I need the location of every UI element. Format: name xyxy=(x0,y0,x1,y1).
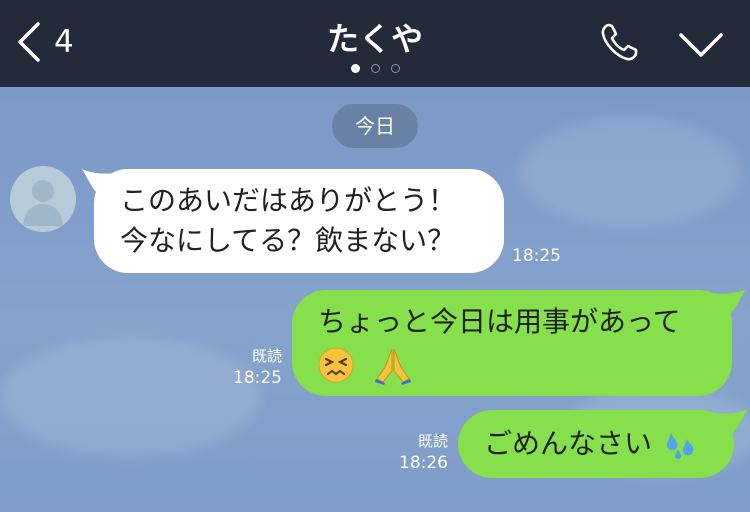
message-line: ごめんなさい xyxy=(484,427,653,460)
chat-area[interactable]: 今日 このあいだはありがとう！ 今なにしてる？飲まない？ 18:25 ちょっと今… xyxy=(0,87,750,512)
folded-hands-icon xyxy=(374,348,411,385)
read-receipt: 既読 xyxy=(251,347,282,365)
persevering-face-icon xyxy=(318,347,354,383)
message-bubble-incoming[interactable]: このあいだはありがとう！ 今なにしてる？飲まない？ xyxy=(94,169,504,273)
sky-cloud xyxy=(520,117,740,227)
default-user-icon xyxy=(23,180,63,226)
page-dot-2 xyxy=(371,64,380,73)
message-line: このあいだはありがとう！ xyxy=(120,184,457,217)
message-time: 18:25 xyxy=(512,246,561,266)
message-line: 今なにしてる？飲まない？ xyxy=(120,224,456,257)
sweat-droplets-icon xyxy=(666,433,694,459)
message-bubble-outgoing[interactable]: ちょっと今日は用事があって xyxy=(292,290,732,396)
read-receipt: 既読 xyxy=(417,432,448,450)
page-dot-3 xyxy=(391,64,400,73)
chat-header: 4 たくや xyxy=(0,0,750,87)
chevron-down-icon[interactable] xyxy=(678,30,724,60)
avatar[interactable] xyxy=(10,166,76,232)
message-line: ちょっと今日は用事があって xyxy=(318,305,681,338)
phone-icon[interactable] xyxy=(598,20,642,64)
message-time: 18:26 xyxy=(399,453,448,473)
message-time: 18:25 xyxy=(233,368,282,388)
date-separator: 今日 xyxy=(332,104,418,148)
emoji-row xyxy=(318,344,706,385)
page-indicator xyxy=(348,64,408,78)
page-dot-1 xyxy=(351,64,360,73)
message-bubble-outgoing[interactable]: ごめんなさい xyxy=(458,410,734,478)
